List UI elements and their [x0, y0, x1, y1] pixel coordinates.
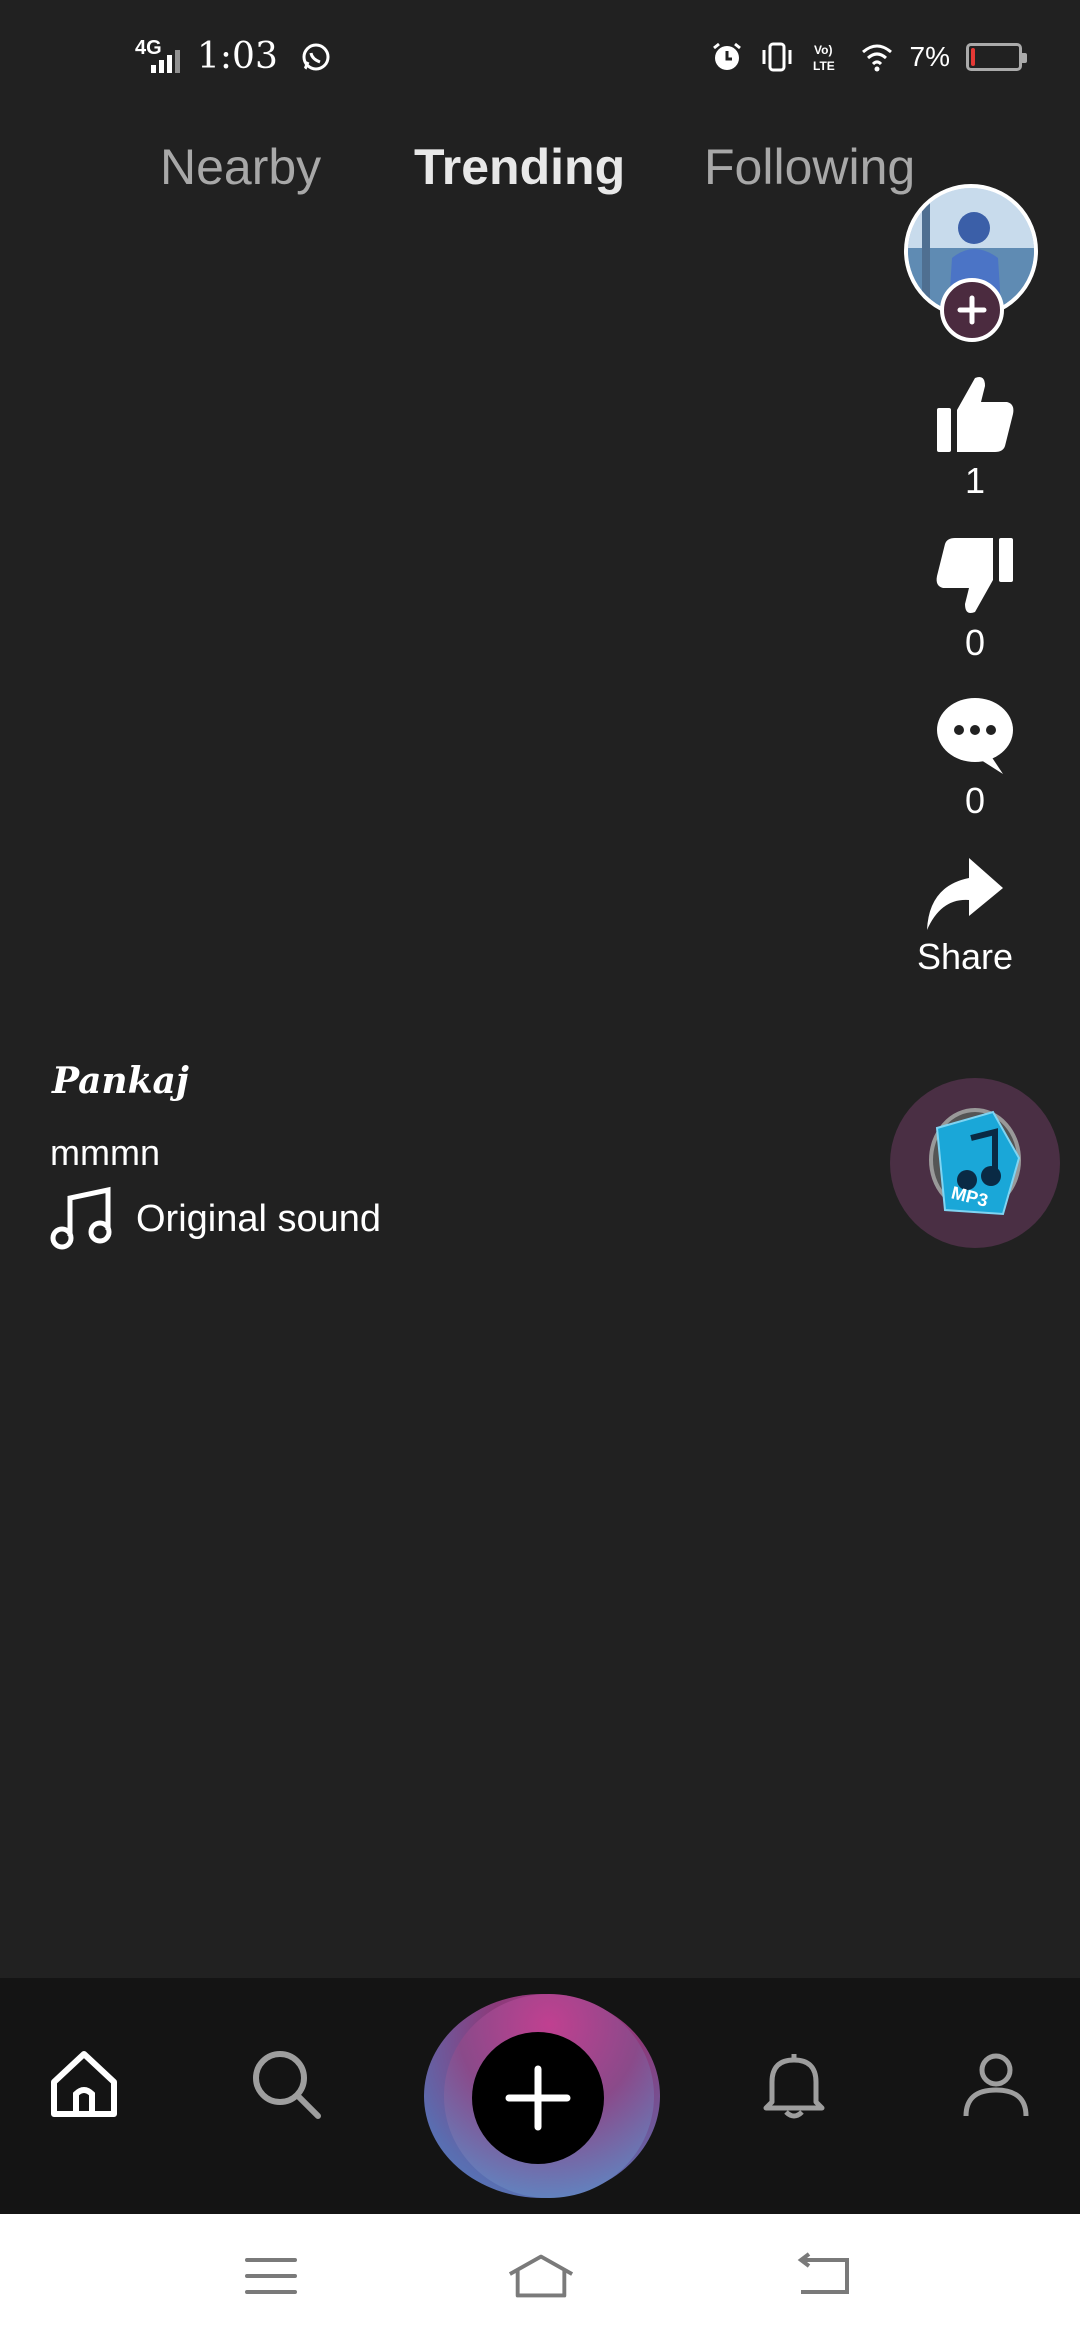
battery-icon: [966, 43, 1027, 71]
like-count: 1: [964, 460, 986, 501]
mp3-icon: MP3: [929, 1108, 1021, 1216]
home-icon: [51, 2051, 117, 2117]
dislike-button[interactable]: 0: [900, 534, 1050, 664]
music-disc[interactable]: MP3: [890, 1078, 1060, 1248]
thumbs-down-icon: [936, 538, 1013, 613]
system-home-button[interactable]: [506, 2248, 576, 2304]
tab-trending[interactable]: Trending: [414, 138, 625, 196]
sound-label: Original sound: [136, 1197, 382, 1240]
comment-icon: [937, 698, 1013, 774]
comment-count: 0: [964, 780, 986, 821]
post-caption: mmmn: [50, 1132, 160, 1173]
music-note-icon: [50, 1186, 112, 1250]
search-icon: [253, 2051, 321, 2119]
share-label: Share: [916, 936, 1014, 977]
bell-icon: [763, 2054, 825, 2119]
sound-row[interactable]: Original sound: [50, 1186, 381, 1252]
battery-percent: 7%: [909, 41, 950, 72]
whatsapp-icon: [302, 43, 330, 70]
status-bar: 4G 1:03 Vo) LTE 7%: [0, 0, 1080, 120]
tab-nearby[interactable]: Nearby: [160, 138, 321, 196]
vibrate-icon: [762, 42, 792, 72]
create-icon: [505, 2065, 571, 2131]
system-nav-bar: [0, 2214, 1080, 2340]
alarm-icon: [712, 42, 741, 70]
nav-search[interactable]: [236, 2034, 336, 2134]
system-menu-button[interactable]: [236, 2248, 306, 2304]
status-left: 4G 1:03: [135, 36, 332, 77]
feed-tabs: Nearby Trending Following: [0, 138, 1080, 208]
comment-button[interactable]: 0: [900, 696, 1050, 822]
dislike-count: 0: [964, 622, 986, 663]
nav-home[interactable]: [34, 2034, 134, 2134]
home-icon: [508, 2254, 574, 2298]
menu-icon: [245, 2258, 297, 2294]
tab-following[interactable]: Following: [704, 138, 915, 196]
volte-icon: Vo) LTE: [813, 43, 835, 73]
share-button[interactable]: Share: [890, 856, 1040, 978]
share-icon: [927, 858, 1003, 930]
create-button[interactable]: [424, 1994, 660, 2198]
follow-button[interactable]: [940, 278, 1004, 342]
thumbs-up-icon: [937, 377, 1014, 452]
bottom-nav: [0, 1978, 1080, 2214]
svg-text:LTE: LTE: [813, 59, 835, 73]
back-icon: [797, 2252, 849, 2294]
nav-profile[interactable]: [946, 2034, 1046, 2134]
system-back-button[interactable]: [788, 2248, 858, 2304]
signal-icon: 4G: [135, 37, 183, 77]
profile-icon: [963, 2053, 1029, 2117]
post-username[interactable]: Pankaj: [52, 1060, 189, 1102]
like-button[interactable]: 1: [900, 372, 1050, 502]
plus-icon: [957, 295, 987, 325]
svg-text:Vo): Vo): [814, 43, 832, 57]
clock: 1:03: [197, 36, 278, 77]
status-right: Vo) LTE 7%: [710, 40, 1027, 74]
wifi-icon: [861, 44, 892, 72]
nav-notifications[interactable]: [744, 2034, 844, 2134]
